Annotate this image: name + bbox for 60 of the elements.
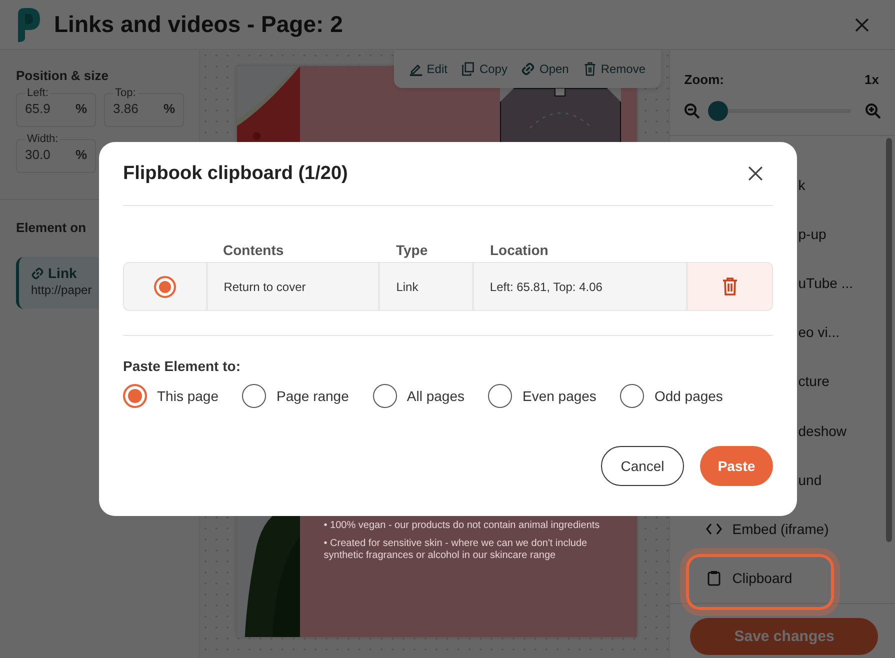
radio-option[interactable]: Page range	[242, 384, 349, 408]
option-label: This page	[157, 388, 218, 404]
radio-option[interactable]: Odd pages	[620, 384, 723, 408]
radio-button[interactable]	[488, 384, 512, 408]
clipboard-icon	[706, 570, 722, 586]
toolbar-button[interactable]: Open	[516, 58, 574, 80]
zoom-out-icon[interactable]	[684, 103, 700, 119]
radio-button[interactable]	[242, 384, 266, 408]
element-type-item[interactable]: Clipboard	[670, 554, 895, 603]
delete-button[interactable]	[688, 263, 772, 310]
column-header: Type	[395, 242, 429, 258]
link-icon	[31, 266, 44, 280]
zoom-label: Zoom:	[684, 72, 724, 87]
dialog-title: Flipbook clipboard (1/20)	[123, 162, 348, 184]
option-label: Page range	[276, 388, 349, 404]
radio-option[interactable]: This page	[123, 384, 218, 408]
table-cell: Link	[396, 280, 418, 294]
number-field[interactable]: Width: 30.0 %	[16, 133, 96, 173]
radio-button[interactable]	[372, 384, 397, 408]
logo-icon	[16, 8, 40, 42]
element-type: Link	[48, 265, 77, 281]
paste-button[interactable]: Paste	[700, 446, 773, 486]
number-field[interactable]: Left: 65.9 %	[16, 87, 96, 127]
pencil-icon	[408, 62, 423, 76]
link-icon	[521, 62, 536, 76]
option-label: Even pages	[522, 388, 596, 404]
radio-button[interactable]	[620, 384, 644, 408]
toolbar-button[interactable]: Copy	[456, 58, 512, 80]
toolbar-button[interactable]: Edit	[404, 58, 452, 80]
trash-icon	[582, 62, 597, 76]
section-title: Position & size	[16, 68, 110, 83]
number-field[interactable]: Top: 3.86 %	[104, 87, 184, 127]
table-cell: Left: 65.81, Top: 4.06	[490, 280, 602, 294]
cancel-button[interactable]: Cancel	[601, 446, 684, 486]
page-text: • 100% vegan - our products do not contain animal ingredients	[324, 520, 601, 532]
element-type-item[interactable]: Embed (iframe)	[670, 504, 895, 554]
trash-icon	[722, 277, 738, 296]
zoom-value: 1x	[864, 72, 879, 87]
column-header: Contents	[222, 242, 285, 258]
radio-option[interactable]: Even pages	[488, 384, 596, 408]
scrollbar[interactable]	[886, 138, 892, 542]
option-label: All pages	[406, 388, 464, 404]
save-changes-button[interactable]: Save changes	[690, 618, 878, 655]
zoom-slider-thumb[interactable]	[708, 101, 728, 121]
section-title: Element on	[16, 220, 88, 235]
zoom-in-icon[interactable]	[865, 103, 881, 119]
element-url: http://paper	[31, 283, 92, 297]
column-header: Location	[489, 242, 550, 258]
table-cell: Return to cover	[224, 280, 306, 294]
code-icon	[706, 520, 722, 537]
radio-option[interactable]: All pages	[372, 384, 464, 408]
radio-button[interactable]	[123, 384, 147, 408]
row-radio[interactable]	[154, 276, 176, 298]
page-text: • Created for sensitive skin - where we can we don't include synthetic fragrances or alcohol in our skincare range	[324, 538, 588, 562]
option-label: Odd pages	[654, 388, 723, 404]
close-icon[interactable]	[748, 166, 763, 181]
window-title: Links and videos - Page: 2	[54, 11, 344, 38]
paste-label: Paste Element to:	[123, 358, 242, 374]
copy-icon	[461, 62, 476, 76]
toolbar-button[interactable]: Remove	[578, 58, 651, 80]
